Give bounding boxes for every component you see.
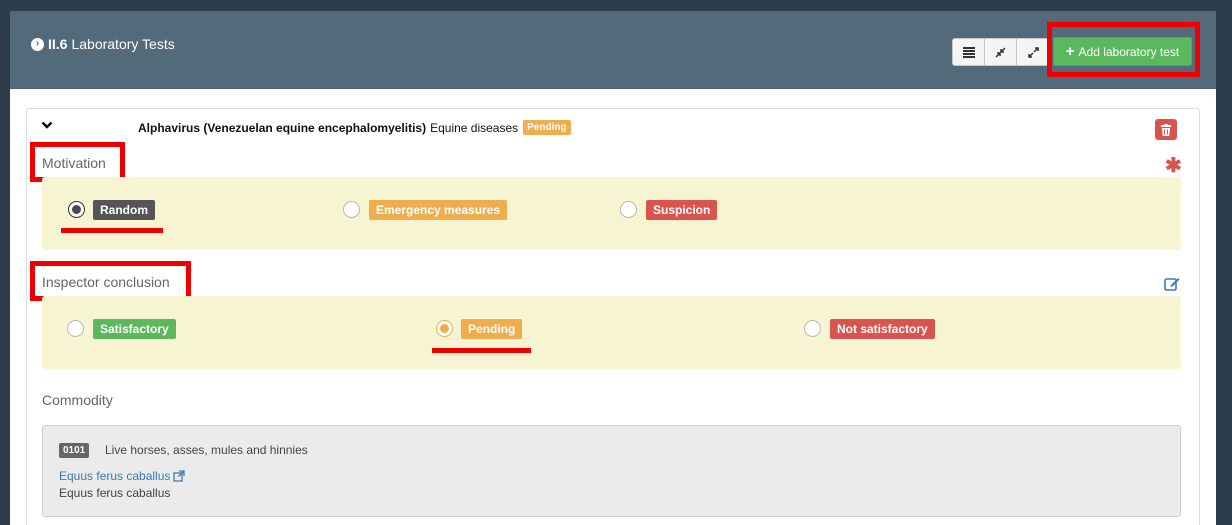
commodity-box: 0101 Live horses, asses, mules and hinni… xyxy=(42,425,1181,517)
disease-category: Equine diseases xyxy=(430,120,519,135)
motivation-radio-group: Random Emergency measures Suspicion xyxy=(42,177,1181,250)
compress-button[interactable] xyxy=(985,39,1017,65)
plus-icon: + xyxy=(1065,43,1075,60)
species-link-text[interactable]: Equus ferus caballus xyxy=(59,469,170,483)
radio-pending[interactable] xyxy=(436,320,453,337)
commodity-code-badge: 0101 xyxy=(59,443,90,458)
status-badge: Pending xyxy=(523,120,571,135)
add-laboratory-test-button[interactable]: + Add laboratory test xyxy=(1053,37,1192,66)
expand-icon xyxy=(1027,46,1039,58)
chevron-right-circle-icon: › xyxy=(31,37,44,51)
section-number: II.6 xyxy=(48,36,68,52)
option-satisfactory[interactable]: Satisfactory xyxy=(93,319,176,339)
radio-emergency-measures[interactable] xyxy=(343,201,360,218)
section-title-text: Laboratory Tests xyxy=(71,36,175,52)
view-toggle-group xyxy=(952,38,1050,66)
option-not-satisfactory[interactable]: Not satisfactory xyxy=(830,319,935,339)
pending-underline-highlight xyxy=(432,348,531,353)
option-emergency-measures[interactable]: Emergency measures xyxy=(369,200,508,220)
edit-icon[interactable] xyxy=(1164,276,1180,292)
list-icon xyxy=(962,46,975,58)
laboratory-tests-panel: › II.6 Laboratory Tests + Add laboratory… xyxy=(10,11,1216,525)
commodity-label: Commodity xyxy=(42,392,113,408)
inspector-conclusion-radio-group: Satisfactory Pending Not satisfactory xyxy=(42,296,1181,369)
radio-random[interactable] xyxy=(68,201,85,218)
list-view-button[interactable] xyxy=(953,39,985,65)
compress-icon xyxy=(995,46,1006,58)
add-button-label: Add laboratory test xyxy=(1078,44,1180,59)
trash-icon xyxy=(1161,123,1171,136)
radio-not-satisfactory[interactable] xyxy=(804,320,821,337)
species-name: Equus ferus caballus xyxy=(59,486,171,500)
inspector-conclusion-label: Inspector conclusion xyxy=(42,274,170,290)
delete-button[interactable] xyxy=(1155,119,1177,140)
radio-satisfactory[interactable] xyxy=(67,320,84,337)
option-pending[interactable]: Pending xyxy=(461,319,523,339)
disease-line: Alphavirus (Venezuelan equine encephalom… xyxy=(138,120,571,135)
radio-suspicion[interactable] xyxy=(620,201,637,218)
random-underline-highlight xyxy=(61,228,163,233)
section-title[interactable]: › II.6 Laboratory Tests xyxy=(31,36,175,52)
external-link-icon[interactable] xyxy=(173,470,186,482)
motivation-label: Motivation xyxy=(42,155,106,171)
required-asterisk-icon: ✱ xyxy=(1165,155,1182,177)
commodity-description: Live horses, asses, mules and hinnies xyxy=(105,443,308,457)
option-random[interactable]: Random xyxy=(93,200,155,220)
expand-button[interactable] xyxy=(1017,39,1049,65)
panel-header: › II.6 Laboratory Tests + Add laboratory… xyxy=(10,11,1216,89)
lab-test-card: Alphavirus (Venezuelan equine encephalom… xyxy=(26,108,1200,525)
chevron-down-icon[interactable] xyxy=(41,119,53,131)
option-suspicion[interactable]: Suspicion xyxy=(646,200,718,220)
disease-name: Alphavirus (Venezuelan equine encephalom… xyxy=(138,120,427,135)
species-link[interactable]: Equus ferus caballus xyxy=(59,469,186,483)
